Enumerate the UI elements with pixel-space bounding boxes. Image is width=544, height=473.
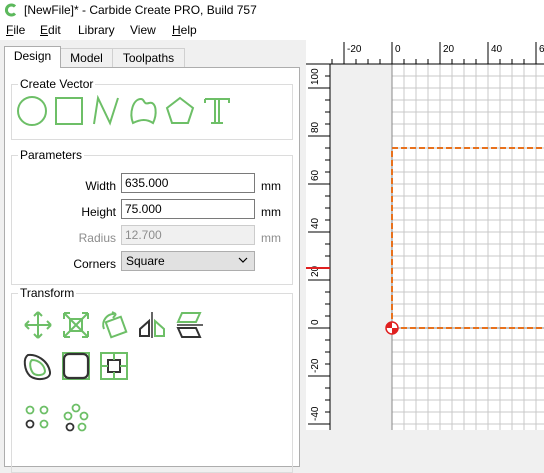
move-icon[interactable]: [22, 309, 54, 341]
corners-select[interactable]: Square: [121, 251, 255, 271]
tab-design[interactable]: Design: [4, 46, 61, 68]
menu-bar: File Edit Library View Help: [0, 20, 544, 40]
curve-icon[interactable]: [127, 95, 159, 127]
ruler-label-left: 100: [310, 68, 321, 85]
height-field[interactable]: [121, 199, 255, 219]
chevron-down-icon: [238, 257, 248, 263]
ruler-label-left: 80: [310, 121, 321, 133]
linear-array-icon[interactable]: [60, 402, 92, 434]
width-label: Width: [85, 179, 116, 193]
ruler-label-top: 60: [539, 44, 544, 55]
ruler-top: [306, 40, 544, 64]
ruler-label-top: 40: [491, 44, 503, 55]
ruler-label-left: 0: [310, 319, 321, 325]
corners-label: Corners: [73, 257, 116, 271]
stock-area: [392, 64, 544, 430]
canvas-drawing[interactable]: -200204060100806040200-20-40: [306, 40, 544, 430]
tab-model[interactable]: Model: [60, 48, 113, 68]
transform-group: Transform: [11, 286, 293, 473]
ruler-label-top: -20: [347, 44, 362, 55]
skew-icon[interactable]: [174, 309, 206, 341]
circle-icon[interactable]: [16, 95, 48, 127]
scale-icon[interactable]: [60, 309, 92, 341]
parameters-title: Parameters: [18, 148, 85, 162]
circular-array-icon[interactable]: [22, 402, 54, 434]
rotate-icon[interactable]: [98, 309, 130, 341]
mirror-icon[interactable]: [136, 309, 168, 341]
text-icon[interactable]: [201, 95, 233, 127]
corners-value: Square: [126, 254, 165, 268]
rectangle-icon[interactable]: [53, 95, 85, 127]
design-tab-pane: Create Vector Parameters Width 635.000 m…: [4, 67, 300, 473]
offset-icon[interactable]: [22, 350, 54, 382]
height-unit: mm: [261, 205, 281, 219]
ruler-label-left: -20: [310, 358, 321, 373]
width-field[interactable]: [121, 173, 255, 193]
ruler-label-left: 40: [310, 217, 321, 229]
fillet-icon[interactable]: [60, 350, 92, 382]
menu-view[interactable]: View: [130, 23, 156, 37]
design-canvas[interactable]: -200204060100806040200-20-40: [306, 40, 544, 430]
carbide-logo-icon: [5, 3, 17, 17]
align-icon[interactable]: [98, 350, 130, 382]
menu-help[interactable]: Help: [172, 23, 197, 37]
height-label: Height: [81, 205, 116, 219]
ruler-label-top: 20: [443, 44, 455, 55]
width-unit: mm: [261, 179, 281, 193]
window-title: [NewFile]* - Carbide Create PRO, Build 7…: [24, 3, 257, 17]
create-vector-title: Create Vector: [18, 77, 96, 91]
title-bar: [NewFile]* - Carbide Create PRO, Build 7…: [0, 0, 544, 20]
radius-field[interactable]: [121, 225, 255, 245]
polygon-icon[interactable]: [164, 95, 196, 127]
ruler-label-top: 0: [395, 44, 401, 55]
tab-toolpaths[interactable]: Toolpaths: [112, 48, 185, 68]
design-panel: Design Model Toolpaths Create Vector Par…: [0, 40, 304, 473]
radius-label: Radius: [78, 231, 116, 245]
parameters-group: Parameters Width mm Height mm Radius mm …: [11, 148, 293, 285]
ruler-left: [306, 64, 330, 430]
create-vector-group: Create Vector: [11, 77, 293, 140]
polyline-icon[interactable]: [90, 95, 122, 127]
menu-file[interactable]: File: [6, 23, 25, 37]
ruler-label-left: -40: [310, 406, 321, 421]
ruler-label-left: 60: [310, 169, 321, 181]
radius-unit: mm: [261, 231, 281, 245]
transform-title: Transform: [18, 286, 77, 300]
menu-library[interactable]: Library: [78, 23, 115, 37]
menu-edit[interactable]: Edit: [40, 23, 61, 37]
